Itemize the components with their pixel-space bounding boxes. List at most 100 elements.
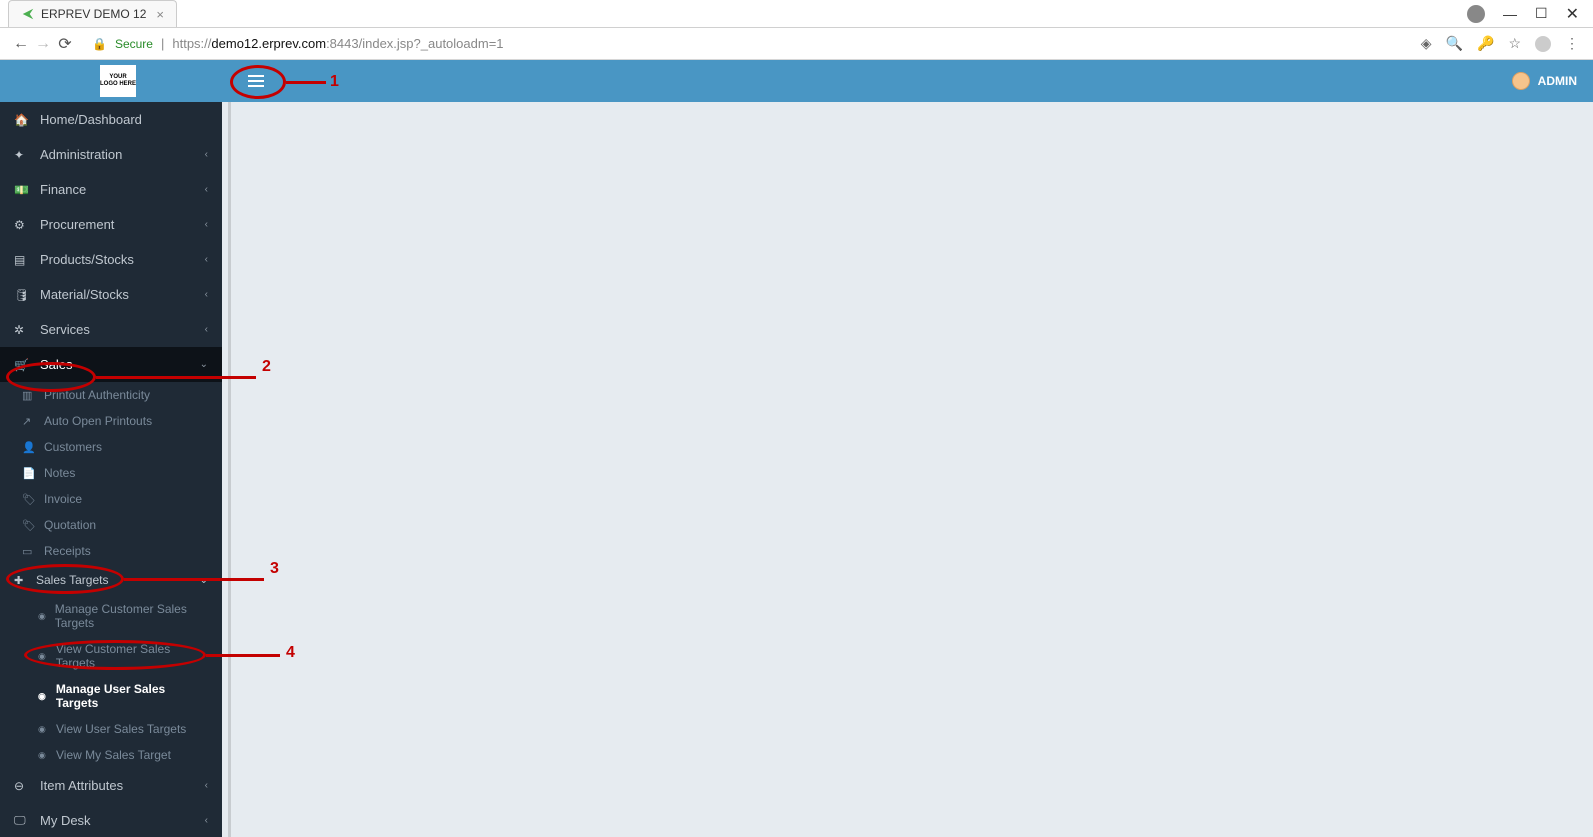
chevron-left-icon: ‹ — [205, 324, 208, 335]
sub-item-label: Customers — [44, 440, 102, 454]
url-separator: | — [161, 36, 164, 51]
chevron-left-icon: ‹ — [205, 289, 208, 300]
menu-dots-icon[interactable]: ⋮ — [1565, 35, 1579, 52]
sidebar-item-label: Material/Stocks — [40, 287, 205, 302]
chevron-down-icon: ⌄ — [200, 359, 208, 370]
sidebar-item-label: Services — [40, 322, 205, 337]
sub-item-invoice[interactable]: 🏷 Invoice — [0, 486, 222, 512]
extension-icon[interactable] — [1535, 36, 1551, 52]
attributes-icon: ⊖ — [14, 779, 32, 793]
window-close-icon[interactable]: ✕ — [1566, 4, 1579, 24]
tab-title: ERPREV DEMO 12 — [41, 7, 146, 21]
browser-tab[interactable]: ERPREV DEMO 12 × — [8, 0, 177, 27]
url-text: https://demo12.erprev.com:8443/index.jsp… — [172, 36, 503, 51]
sub-item-label: Printout Authenticity — [44, 388, 150, 402]
sidebar-item-label: My Desk — [40, 813, 205, 828]
chevron-left-icon: ‹ — [205, 815, 208, 826]
sub3-label: Manage Customer Sales Targets — [55, 602, 208, 630]
sub3-view-my-target[interactable]: ◉ View My Sales Target — [0, 742, 222, 768]
cart-icon: 🛒 — [14, 358, 32, 372]
window-controls: — ☐ ✕ — [1467, 4, 1593, 24]
chevron-left-icon: ‹ — [205, 219, 208, 230]
external-link-icon: ↗ — [22, 415, 38, 428]
tab-row: ERPREV DEMO 12 × — ☐ ✕ — [0, 0, 1593, 28]
window-maximize-icon[interactable]: ☐ — [1535, 5, 1548, 22]
sidebar-item-material[interactable]: 🛢 Material/Stocks ‹ — [0, 277, 222, 312]
sidebar-item-label: Home/Dashboard — [40, 112, 208, 127]
tab-favicon-icon — [21, 7, 35, 21]
address-bar-row: ← → ⟳ 🔒 Secure | https://demo12.erprev.c… — [0, 28, 1593, 60]
products-icon: ▤ — [14, 253, 32, 267]
hamburger-icon[interactable] — [248, 71, 268, 91]
annotation-number-2: 2 — [262, 358, 271, 376]
receipt-icon: ▭ — [22, 545, 38, 558]
avatar-icon — [1512, 72, 1530, 90]
procurement-icon: ⚙ — [14, 218, 32, 232]
sub3-manage-user-targets[interactable]: ◉ Manage User Sales Targets — [0, 676, 222, 716]
annotation-number-1: 1 — [330, 73, 339, 91]
sub3-label: View Customer Sales Targets — [56, 642, 208, 670]
sidebar-item-procurement[interactable]: ⚙ Procurement ‹ — [0, 207, 222, 242]
sidebar-item-finance[interactable]: 💵 Finance ‹ — [0, 172, 222, 207]
browser-chrome: ERPREV DEMO 12 × — ☐ ✕ ← → ⟳ 🔒 Secure | … — [0, 0, 1593, 60]
note-icon: 📄 — [22, 467, 38, 480]
sidebar-item-mydesk[interactable]: 🖵 My Desk ‹ — [0, 803, 222, 837]
sidebar-item-label: Sales — [40, 357, 200, 372]
annotation-number-3: 3 — [270, 560, 279, 578]
chevron-left-icon: ‹ — [205, 149, 208, 160]
desktop-icon: 🖵 — [14, 813, 32, 828]
key-icon[interactable]: 🔑 — [1477, 35, 1494, 52]
bullet-icon: ◉ — [38, 750, 48, 761]
zoom-icon[interactable]: 🔍 — [1446, 35, 1463, 52]
sidebar-item-services[interactable]: ✲ Services ‹ — [0, 312, 222, 347]
sub-item-label: Sales Targets — [36, 573, 109, 587]
scrollbar-left — [228, 102, 231, 837]
window-minimize-icon[interactable]: — — [1503, 6, 1517, 22]
sidebar-item-products[interactable]: ▤ Products/Stocks ‹ — [0, 242, 222, 277]
star-icon[interactable]: ☆ — [1508, 35, 1521, 52]
bullet-icon: ◉ — [38, 724, 48, 735]
sub-item-label: Invoice — [44, 492, 82, 506]
sub-item-customers[interactable]: 👤 Customers — [0, 434, 222, 460]
tag-icon: 🏷 — [22, 493, 38, 506]
sub3-view-user-targets[interactable]: ◉ View User Sales Targets — [0, 716, 222, 742]
chevron-left-icon: ‹ — [205, 780, 208, 791]
user-profile-icon[interactable] — [1467, 5, 1485, 23]
chevron-left-icon: ‹ — [205, 184, 208, 195]
forward-button[interactable]: → — [32, 35, 54, 53]
user-block[interactable]: ADMIN — [1512, 72, 1593, 90]
sub-item-label: Receipts — [44, 544, 91, 558]
dashboard-icon: 🏠 — [14, 113, 32, 127]
logo: YOUR LOGO HERE — [100, 65, 136, 97]
sub3-manage-customer-targets[interactable]: ◉ Manage Customer Sales Targets — [0, 596, 222, 636]
barcode-icon: ▥ — [22, 389, 38, 402]
annotation-number-4: 4 — [286, 644, 295, 662]
user-icon: 👤 — [22, 441, 38, 454]
sidebar: 🏠 Home/Dashboard ✦ Administration ‹ 💵 Fi… — [0, 102, 222, 837]
sub-item-receipts[interactable]: ▭ Receipts — [0, 538, 222, 564]
target-icon: ✚ — [14, 574, 30, 587]
tab-close-icon[interactable]: × — [156, 7, 164, 22]
sub3-view-customer-targets[interactable]: ◉ View Customer Sales Targets — [0, 636, 222, 676]
sub-item-label: Quotation — [44, 518, 96, 532]
sub-item-quotation[interactable]: 🏷 Quotation — [0, 512, 222, 538]
url-bar[interactable]: 🔒 Secure | https://demo12.erprev.com:844… — [86, 36, 1421, 51]
reload-button[interactable]: ⟳ — [54, 34, 76, 54]
lock-icon: 🔒 — [92, 37, 107, 51]
sidebar-item-sales[interactable]: 🛒 Sales ⌄ — [0, 347, 222, 382]
back-button[interactable]: ← — [10, 35, 32, 53]
sub-item-printout-authenticity[interactable]: ▥ Printout Authenticity — [0, 382, 222, 408]
app-header: YOUR LOGO HERE ADMIN — [0, 60, 1593, 102]
sub-item-label: Auto Open Printouts — [44, 414, 152, 428]
sidebar-item-home[interactable]: 🏠 Home/Dashboard — [0, 102, 222, 137]
sub-item-sales-targets[interactable]: ✚ Sales Targets ⌄ — [0, 564, 222, 596]
sidebar-item-attributes[interactable]: ⊖ Item Attributes ‹ — [0, 768, 222, 803]
sub-item-notes[interactable]: 📄 Notes — [0, 460, 222, 486]
sub3-label: View User Sales Targets — [56, 722, 186, 736]
location-icon[interactable]: ◈ — [1421, 35, 1432, 52]
chevron-down-icon: ⌄ — [200, 575, 208, 586]
sub-item-auto-open-printouts[interactable]: ↗ Auto Open Printouts — [0, 408, 222, 434]
sidebar-item-administration[interactable]: ✦ Administration ‹ — [0, 137, 222, 172]
sub3-label: Manage User Sales Targets — [56, 682, 208, 710]
tag-icon: 🏷 — [22, 519, 38, 532]
